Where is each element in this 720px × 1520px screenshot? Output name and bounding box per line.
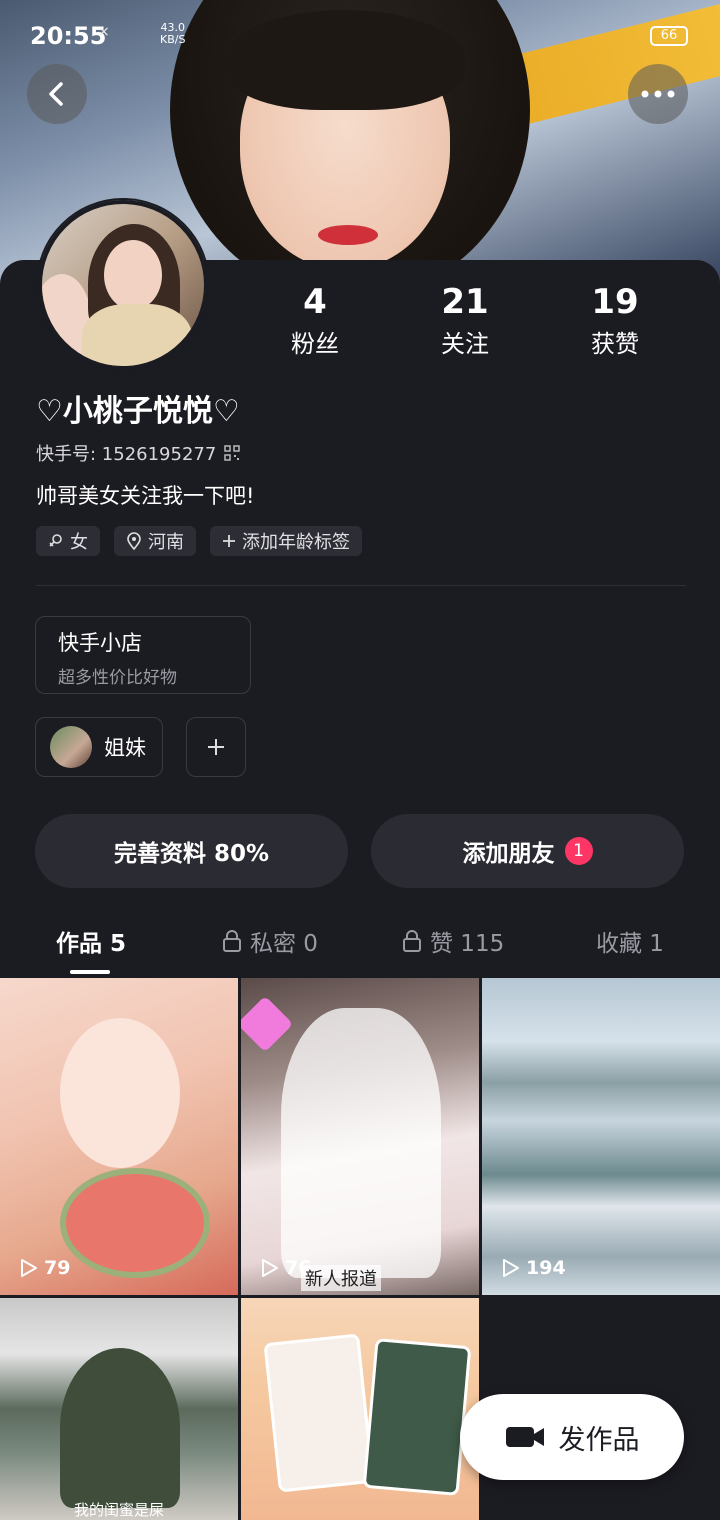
tag-label: 河南 bbox=[148, 532, 184, 553]
stat-following[interactable]: 21 关注 bbox=[390, 282, 540, 359]
tag-add-age[interactable]: 添加年龄标签 bbox=[210, 526, 362, 556]
content-tabs: 作品 5 私密 0 赞 115 收藏 1 bbox=[0, 918, 720, 978]
tab-favorites[interactable]: 收藏 1 bbox=[596, 924, 664, 958]
publish-button[interactable]: 发作品 bbox=[460, 1394, 684, 1480]
play-count: 194 bbox=[502, 1257, 566, 1279]
notification-badge: 1 bbox=[564, 837, 593, 865]
user-id-text: 快手号: 1526195277 bbox=[36, 444, 217, 465]
work-thumbnail[interactable]: 194 bbox=[482, 978, 720, 1295]
user-id[interactable]: 快手号: 1526195277 bbox=[36, 440, 241, 466]
stat-value: 4 bbox=[303, 282, 327, 322]
group-avatar bbox=[50, 726, 92, 768]
tab-liked[interactable]: 赞 115 bbox=[402, 924, 504, 958]
group-label: 姐妹 bbox=[104, 736, 146, 760]
stat-label: 粉丝 bbox=[291, 330, 339, 358]
more-icon bbox=[641, 90, 675, 98]
play-count: 79 bbox=[20, 1257, 70, 1279]
stat-label: 关注 bbox=[441, 330, 489, 358]
network-indicator: × bbox=[98, 24, 110, 40]
plus-icon bbox=[208, 739, 224, 755]
button-label: 添加朋友 bbox=[462, 841, 555, 867]
add-friends-button[interactable]: 添加朋友 1 bbox=[371, 814, 684, 888]
avatar-decor bbox=[104, 240, 162, 310]
avatar[interactable] bbox=[38, 200, 208, 370]
tag-gender[interactable]: 女 bbox=[36, 526, 100, 556]
back-button[interactable] bbox=[27, 64, 87, 124]
thumbnail-decor bbox=[60, 1348, 180, 1508]
profile-stats: 4 粉丝 21 关注 19 获赞 bbox=[240, 282, 690, 359]
tab-label: 作品 5 bbox=[56, 931, 127, 957]
thumbnail-caption: 新人报道 bbox=[301, 1265, 381, 1291]
play-count-value: 79 bbox=[44, 1257, 71, 1279]
thumbnail-decor bbox=[281, 1008, 441, 1278]
shop-card[interactable]: 快手小店 超多性价比好物 bbox=[35, 616, 251, 694]
complete-profile-button[interactable]: 完善资料 80% bbox=[35, 814, 348, 888]
tab-label: 私密 0 bbox=[250, 931, 318, 957]
stat-fans[interactable]: 4 粉丝 bbox=[240, 282, 390, 359]
thumbnail-decor bbox=[362, 1338, 472, 1496]
add-group-button[interactable] bbox=[186, 717, 246, 777]
shop-title: 快手小店 bbox=[58, 631, 142, 655]
stat-likes[interactable]: 19 获赞 bbox=[540, 282, 690, 359]
tag-location[interactable]: 河南 bbox=[114, 526, 196, 556]
tab-works[interactable]: 作品 5 bbox=[56, 924, 126, 958]
profile-tags: 女 河南 添加年龄标签 bbox=[36, 526, 362, 556]
more-button[interactable] bbox=[628, 64, 688, 124]
female-icon bbox=[49, 534, 62, 547]
cover-decor bbox=[318, 225, 378, 245]
stat-label: 获赞 bbox=[591, 330, 639, 358]
heart-icon bbox=[241, 995, 294, 1053]
play-icon bbox=[503, 1259, 519, 1277]
active-tab-indicator bbox=[70, 970, 110, 974]
work-thumbnail[interactable] bbox=[241, 1298, 479, 1520]
play-count-value: 194 bbox=[526, 1257, 566, 1279]
stat-value: 19 bbox=[591, 282, 639, 322]
tab-label: 赞 115 bbox=[430, 931, 505, 957]
status-bar: 20:55 × 43.0 KB/S 66 bbox=[0, 0, 720, 70]
button-label: 完善资料 80% bbox=[113, 841, 270, 867]
thumbnail-caption: 我的闺蜜是屎 bbox=[73, 1501, 164, 1519]
lock-icon bbox=[403, 930, 421, 952]
work-thumbnail[interactable]: 76 新人报道 bbox=[241, 978, 479, 1295]
bio: 帅哥美女关注我一下吧! bbox=[36, 484, 255, 508]
network-speed: 43.0 KB/S bbox=[160, 22, 185, 46]
work-thumbnail[interactable]: 我的闺蜜是屎 bbox=[0, 1298, 238, 1520]
publish-label: 发作品 bbox=[558, 1424, 640, 1456]
avatar-decor bbox=[82, 304, 192, 366]
camera-icon bbox=[505, 1427, 544, 1447]
divider bbox=[36, 585, 686, 586]
status-time: 20:55 bbox=[30, 22, 107, 50]
tab-label: 收藏 1 bbox=[596, 931, 664, 957]
thumbnail-decor bbox=[60, 1018, 180, 1168]
location-icon bbox=[127, 532, 141, 550]
tag-label: 女 bbox=[70, 532, 88, 553]
play-icon bbox=[21, 1259, 37, 1277]
play-icon bbox=[262, 1259, 278, 1277]
qrcode-icon bbox=[224, 445, 241, 461]
thumbnail-decor bbox=[60, 1168, 210, 1278]
nickname: ♡小桃子悦悦♡ bbox=[36, 394, 240, 429]
plus-icon bbox=[223, 535, 235, 547]
stat-value: 21 bbox=[441, 282, 489, 322]
shop-subtitle: 超多性价比好物 bbox=[58, 668, 177, 688]
speed-unit: KB/S bbox=[160, 33, 186, 46]
group-chip[interactable]: 姐妹 bbox=[35, 717, 163, 777]
work-thumbnail[interactable]: 79 bbox=[0, 978, 238, 1295]
tag-label: 添加年龄标签 bbox=[242, 532, 350, 553]
lock-icon bbox=[223, 930, 241, 952]
thumbnail-decor bbox=[263, 1333, 375, 1493]
battery-indicator: 66 bbox=[650, 26, 688, 46]
chevron-left-icon bbox=[49, 82, 63, 106]
tab-private[interactable]: 私密 0 bbox=[222, 924, 318, 958]
